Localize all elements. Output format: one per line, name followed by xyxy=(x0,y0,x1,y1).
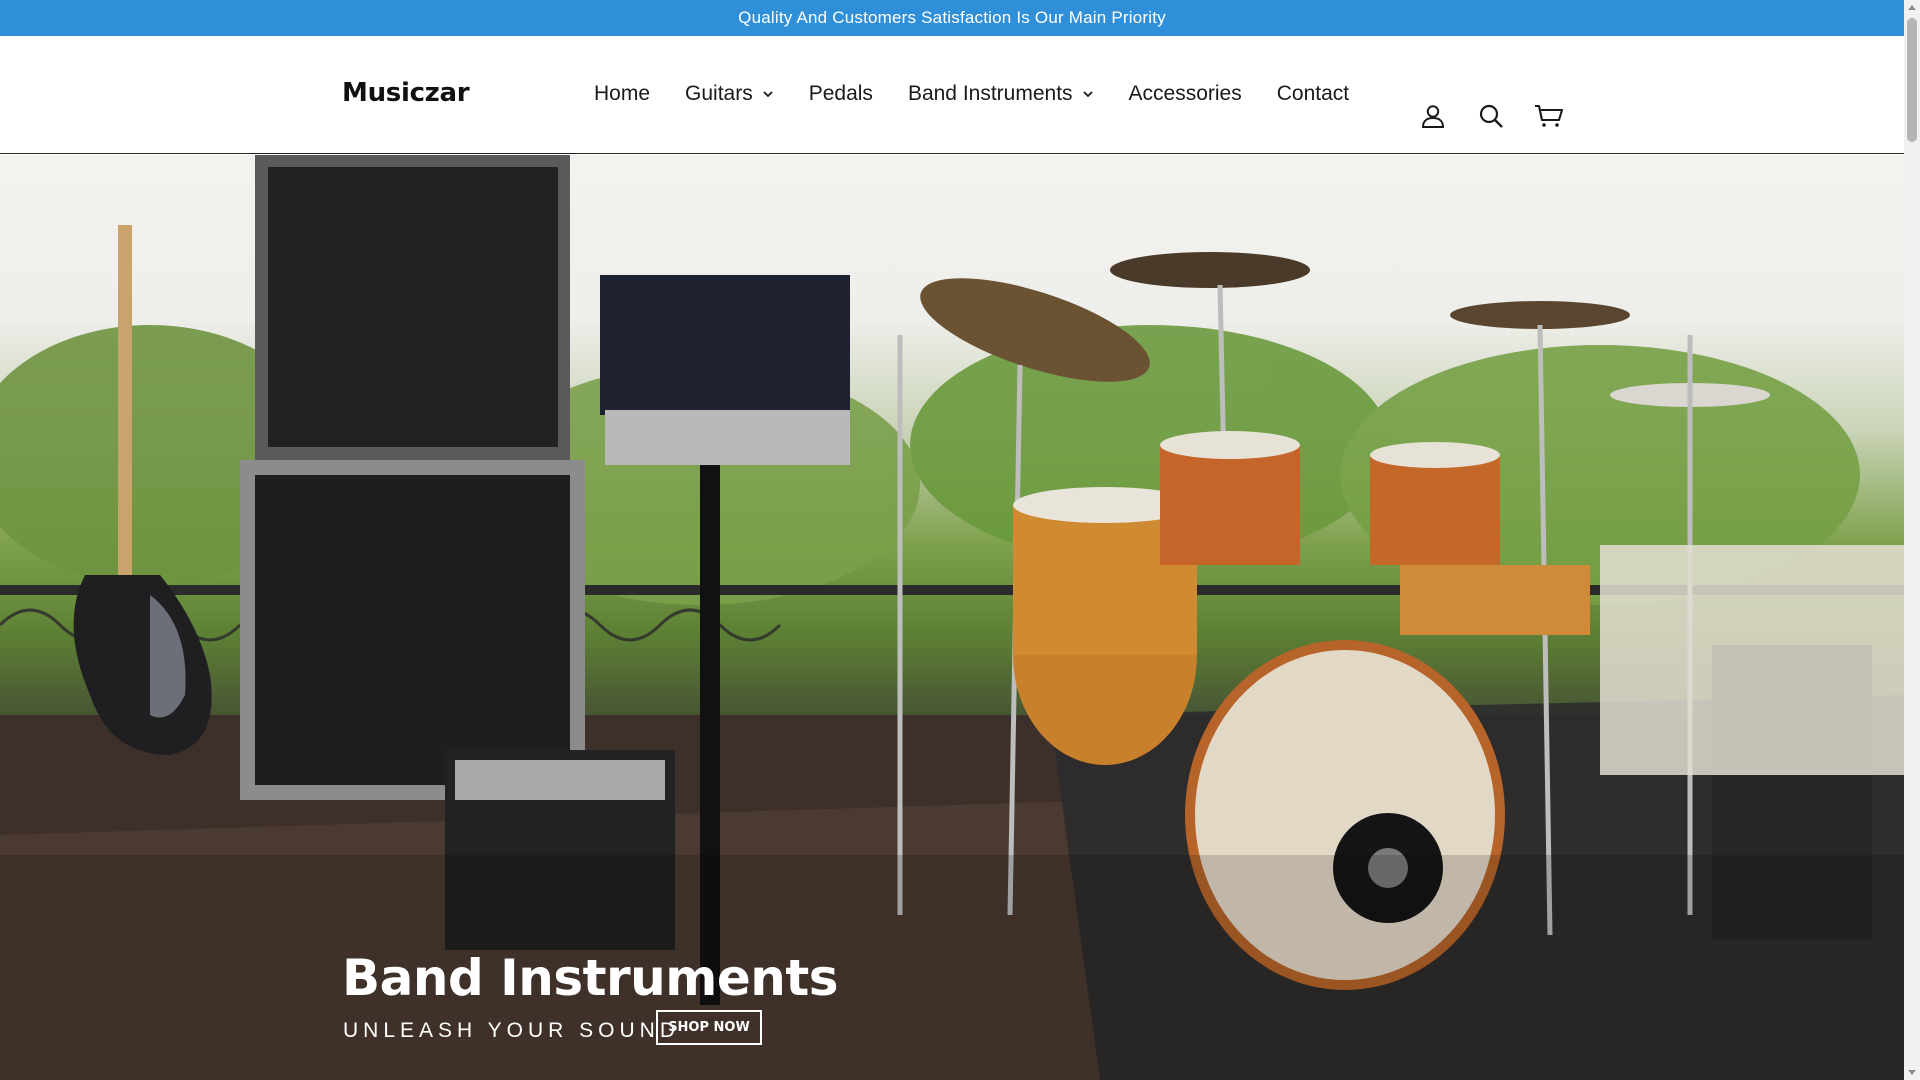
account-icon xyxy=(1421,105,1445,128)
nav-item-label: Pedals xyxy=(808,82,873,105)
nav-item-label: Guitars xyxy=(685,82,753,105)
hero-banner: Band Instruments UNLEASH YOUR SOUND SHOP… xyxy=(0,155,1904,1080)
hero-subtitle: UNLEASH YOUR SOUND xyxy=(343,1019,680,1042)
header-icons xyxy=(1418,101,1564,131)
announcement-text: Quality And Customers Satisfaction Is Ou… xyxy=(738,8,1166,27)
cart-button[interactable] xyxy=(1534,101,1564,131)
hero-stage-photo xyxy=(0,155,1904,1080)
account-button[interactable] xyxy=(1418,101,1448,131)
nav-item-band-instruments[interactable]: Band Instruments xyxy=(908,82,1094,106)
shop-now-button[interactable]: SHOP NOW xyxy=(656,1010,762,1045)
chevron-down-icon xyxy=(1082,91,1093,98)
scroll-up-arrow[interactable] xyxy=(1908,5,1916,10)
chevron-down-icon xyxy=(763,91,773,98)
nav-item-accessories[interactable]: Accessories xyxy=(1129,82,1242,106)
cart-icon xyxy=(1535,104,1564,127)
nav-item-label: Band Instruments xyxy=(907,82,1073,105)
nav-item-label: Home xyxy=(594,82,651,105)
nav-item-pedals[interactable]: Pedals xyxy=(809,82,873,106)
site-header: Musiczar Home Guitars Pedals Band Instru… xyxy=(0,36,1904,154)
search-icon xyxy=(1479,104,1503,128)
nav-item-guitars[interactable]: Guitars xyxy=(685,82,774,106)
nav-item-label: Contact xyxy=(1276,82,1350,105)
scroll-down-arrow[interactable] xyxy=(1908,1070,1916,1075)
site-logo[interactable]: Musiczar xyxy=(342,78,470,108)
announcement-bar: Quality And Customers Satisfaction Is Ou… xyxy=(0,0,1904,36)
main-nav: Home Guitars Pedals Band Instruments Acc… xyxy=(594,78,1349,110)
nav-item-contact[interactable]: Contact xyxy=(1277,82,1349,106)
page-scrollbar[interactable] xyxy=(1904,0,1920,1080)
nav-item-home[interactable]: Home xyxy=(594,82,650,106)
scroll-thumb[interactable] xyxy=(1907,18,1917,142)
nav-item-label: Accessories xyxy=(1128,82,1242,105)
search-button[interactable] xyxy=(1476,101,1506,131)
hero-title: Band Instruments xyxy=(342,949,839,1007)
